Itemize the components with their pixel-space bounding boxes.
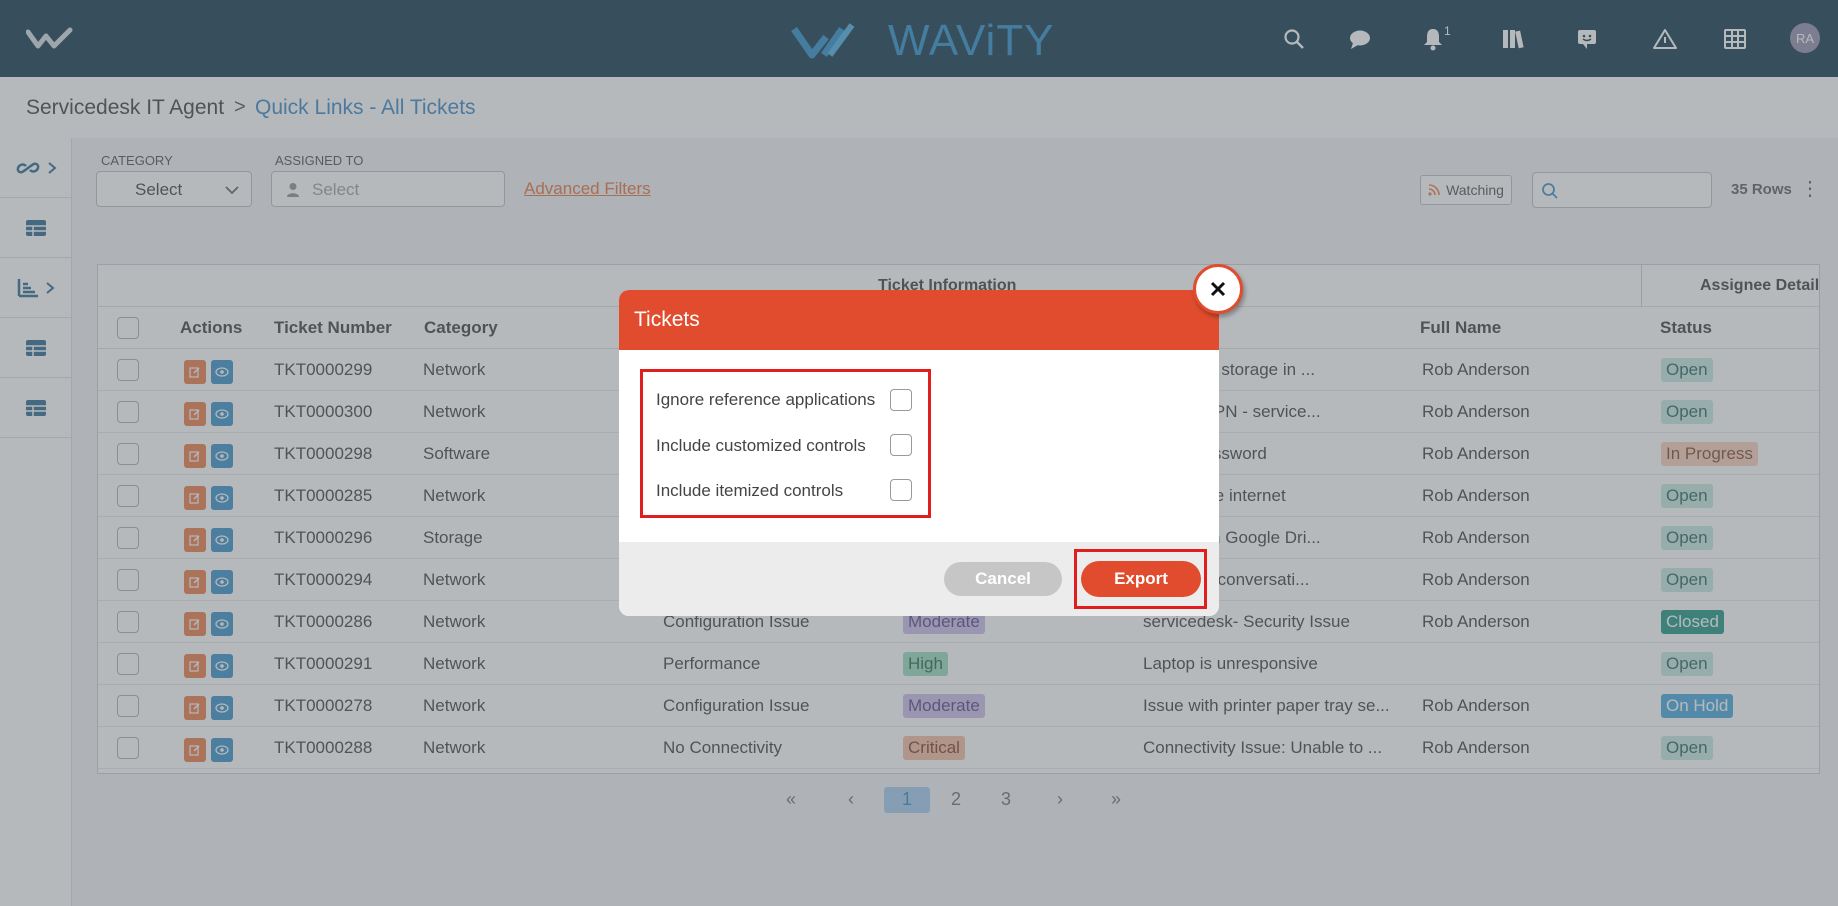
close-modal-button[interactable]: [1193, 264, 1243, 314]
cancel-button[interactable]: Cancel: [944, 562, 1062, 596]
modal-header: Tickets: [619, 290, 1219, 350]
options-highlight-box: [640, 369, 931, 518]
close-icon: [1210, 281, 1226, 297]
modal-title: Tickets: [634, 308, 700, 331]
export-highlight-box: [1074, 549, 1207, 609]
